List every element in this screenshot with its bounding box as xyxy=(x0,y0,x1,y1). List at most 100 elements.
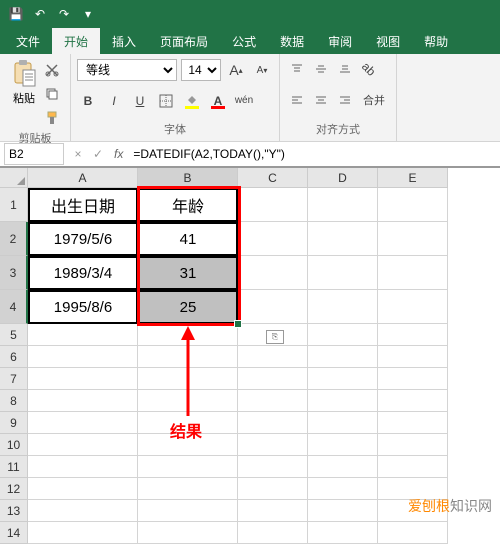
fx-icon[interactable]: fx xyxy=(108,147,129,161)
orientation-button[interactable]: ab xyxy=(358,58,380,80)
cell-B3[interactable]: 31 xyxy=(138,256,238,290)
cell-E13[interactable] xyxy=(378,500,448,522)
cell-B10[interactable] xyxy=(138,434,238,456)
underline-button[interactable]: U xyxy=(129,90,151,112)
cell-A10[interactable] xyxy=(28,434,138,456)
cut-button[interactable] xyxy=(42,60,62,80)
cell-C10[interactable] xyxy=(238,434,308,456)
tab-5[interactable]: 数据 xyxy=(268,28,316,54)
borders-button[interactable] xyxy=(155,90,177,112)
redo-button[interactable]: ↷ xyxy=(52,2,76,26)
cell-B9[interactable] xyxy=(138,412,238,434)
cell-E10[interactable] xyxy=(378,434,448,456)
tab-6[interactable]: 审阅 xyxy=(316,28,364,54)
cell-A5[interactable] xyxy=(28,324,138,346)
cell-B4[interactable]: 25 xyxy=(138,290,238,324)
cell-B8[interactable] xyxy=(138,390,238,412)
cell-E8[interactable] xyxy=(378,390,448,412)
cell-E6[interactable] xyxy=(378,346,448,368)
row-header-3[interactable]: 3 xyxy=(0,256,28,290)
cell-E7[interactable] xyxy=(378,368,448,390)
col-header-A[interactable]: A xyxy=(28,168,138,188)
qat-dropdown[interactable]: ▾ xyxy=(76,2,100,26)
cell-D13[interactable] xyxy=(308,500,378,522)
row-header-4[interactable]: 4 xyxy=(0,290,28,324)
fill-handle[interactable] xyxy=(234,320,242,328)
format-painter-button[interactable] xyxy=(42,108,62,128)
cell-E5[interactable] xyxy=(378,324,448,346)
cell-D11[interactable] xyxy=(308,456,378,478)
cell-D3[interactable] xyxy=(308,256,378,290)
shrink-font-button[interactable]: A▾ xyxy=(251,59,273,81)
cell-D14[interactable] xyxy=(308,522,378,544)
cell-C1[interactable] xyxy=(238,188,308,222)
cell-C13[interactable] xyxy=(238,500,308,522)
cell-E3[interactable] xyxy=(378,256,448,290)
cell-A4[interactable]: 1995/8/6 xyxy=(28,290,138,324)
phonetic-button[interactable]: wén xyxy=(233,90,255,112)
cell-C2[interactable] xyxy=(238,222,308,256)
font-color-button[interactable]: A xyxy=(207,90,229,112)
align-bottom-button[interactable] xyxy=(334,58,356,80)
cell-B11[interactable] xyxy=(138,456,238,478)
cell-A3[interactable]: 1989/3/4 xyxy=(28,256,138,290)
cell-D10[interactable] xyxy=(308,434,378,456)
cell-C14[interactable] xyxy=(238,522,308,544)
cell-D1[interactable] xyxy=(308,188,378,222)
undo-button[interactable]: ↶ xyxy=(28,2,52,26)
select-all-corner[interactable] xyxy=(0,168,28,188)
row-header-12[interactable]: 12 xyxy=(0,478,28,500)
cell-B14[interactable] xyxy=(138,522,238,544)
cell-A11[interactable] xyxy=(28,456,138,478)
cell-D5[interactable] xyxy=(308,324,378,346)
grow-font-button[interactable]: A▴ xyxy=(225,59,247,81)
cell-D6[interactable] xyxy=(308,346,378,368)
align-middle-button[interactable] xyxy=(310,58,332,80)
font-size-select[interactable]: 14 xyxy=(181,59,221,81)
fill-color-button[interactable] xyxy=(181,90,203,112)
tab-0[interactable]: 文件 xyxy=(4,28,52,54)
merge-button[interactable]: 合并 xyxy=(358,89,390,111)
cell-C9[interactable] xyxy=(238,412,308,434)
cell-C3[interactable] xyxy=(238,256,308,290)
autofill-options-icon[interactable]: ⎘ xyxy=(266,330,284,344)
cell-C11[interactable] xyxy=(238,456,308,478)
cell-E2[interactable] xyxy=(378,222,448,256)
cell-E9[interactable] xyxy=(378,412,448,434)
align-top-button[interactable] xyxy=(286,58,308,80)
align-right-button[interactable] xyxy=(334,89,356,111)
cell-C6[interactable] xyxy=(238,346,308,368)
row-header-8[interactable]: 8 xyxy=(0,390,28,412)
cell-C4[interactable] xyxy=(238,290,308,324)
tab-1[interactable]: 开始 xyxy=(52,28,100,54)
cell-B6[interactable] xyxy=(138,346,238,368)
save-button[interactable]: 💾 xyxy=(4,2,28,26)
row-header-7[interactable]: 7 xyxy=(0,368,28,390)
cell-A14[interactable] xyxy=(28,522,138,544)
name-box[interactable]: B2 xyxy=(4,143,64,165)
italic-button[interactable]: I xyxy=(103,90,125,112)
cell-B1[interactable]: 年龄 xyxy=(138,188,238,222)
cell-D9[interactable] xyxy=(308,412,378,434)
row-header-1[interactable]: 1 xyxy=(0,188,28,222)
cell-B2[interactable]: 41 xyxy=(138,222,238,256)
tab-4[interactable]: 公式 xyxy=(220,28,268,54)
cell-E12[interactable] xyxy=(378,478,448,500)
cell-A12[interactable] xyxy=(28,478,138,500)
cell-E1[interactable] xyxy=(378,188,448,222)
cell-A9[interactable] xyxy=(28,412,138,434)
paste-button[interactable]: 粘贴 xyxy=(6,58,42,108)
cell-A1[interactable]: 出生日期 xyxy=(28,188,138,222)
row-header-9[interactable]: 9 xyxy=(0,412,28,434)
align-center-button[interactable] xyxy=(310,89,332,111)
cell-E4[interactable] xyxy=(378,290,448,324)
tab-2[interactable]: 插入 xyxy=(100,28,148,54)
row-header-2[interactable]: 2 xyxy=(0,222,28,256)
cell-B7[interactable] xyxy=(138,368,238,390)
tab-7[interactable]: 视图 xyxy=(364,28,412,54)
align-left-button[interactable] xyxy=(286,89,308,111)
row-header-6[interactable]: 6 xyxy=(0,346,28,368)
cell-B13[interactable] xyxy=(138,500,238,522)
cell-A6[interactable] xyxy=(28,346,138,368)
cell-A8[interactable] xyxy=(28,390,138,412)
